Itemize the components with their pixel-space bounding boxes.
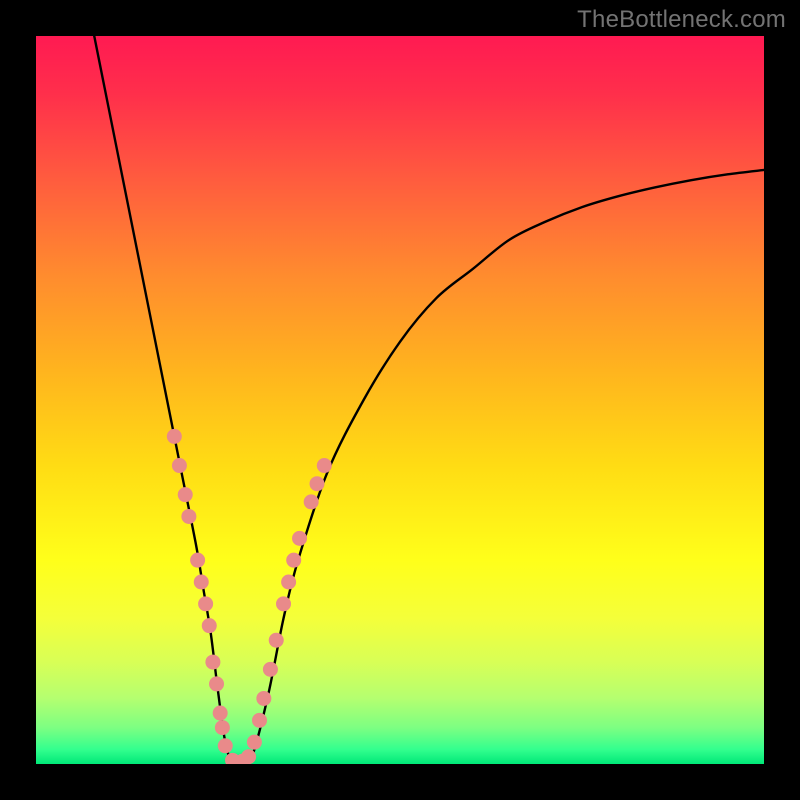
scatter-dot	[256, 691, 271, 706]
scatter-dot	[167, 429, 182, 444]
scatter-points	[36, 36, 764, 764]
scatter-dot	[317, 458, 332, 473]
scatter-dot	[281, 575, 296, 590]
scatter-dot	[292, 531, 307, 546]
scatter-dot	[218, 738, 233, 753]
scatter-dot	[247, 735, 262, 750]
scatter-dot	[172, 458, 187, 473]
scatter-dot	[310, 476, 325, 491]
scatter-dot	[241, 749, 256, 764]
scatter-dot	[181, 509, 196, 524]
scatter-dot	[190, 553, 205, 568]
scatter-dot	[215, 720, 230, 735]
watermark-text: TheBottleneck.com	[577, 6, 786, 34]
scatter-dot	[276, 596, 291, 611]
scatter-dot	[213, 706, 228, 721]
chart-container: TheBottleneck.com	[0, 0, 800, 800]
scatter-dot	[198, 596, 213, 611]
scatter-dot	[205, 655, 220, 670]
scatter-dot	[304, 494, 319, 509]
scatter-dot	[202, 618, 217, 633]
scatter-dot	[194, 575, 209, 590]
scatter-dot	[269, 633, 284, 648]
scatter-dot	[178, 487, 193, 502]
scatter-dot	[209, 676, 224, 691]
plot-area	[36, 36, 764, 764]
scatter-dot	[263, 662, 278, 677]
scatter-dot	[286, 553, 301, 568]
scatter-dot	[252, 713, 267, 728]
